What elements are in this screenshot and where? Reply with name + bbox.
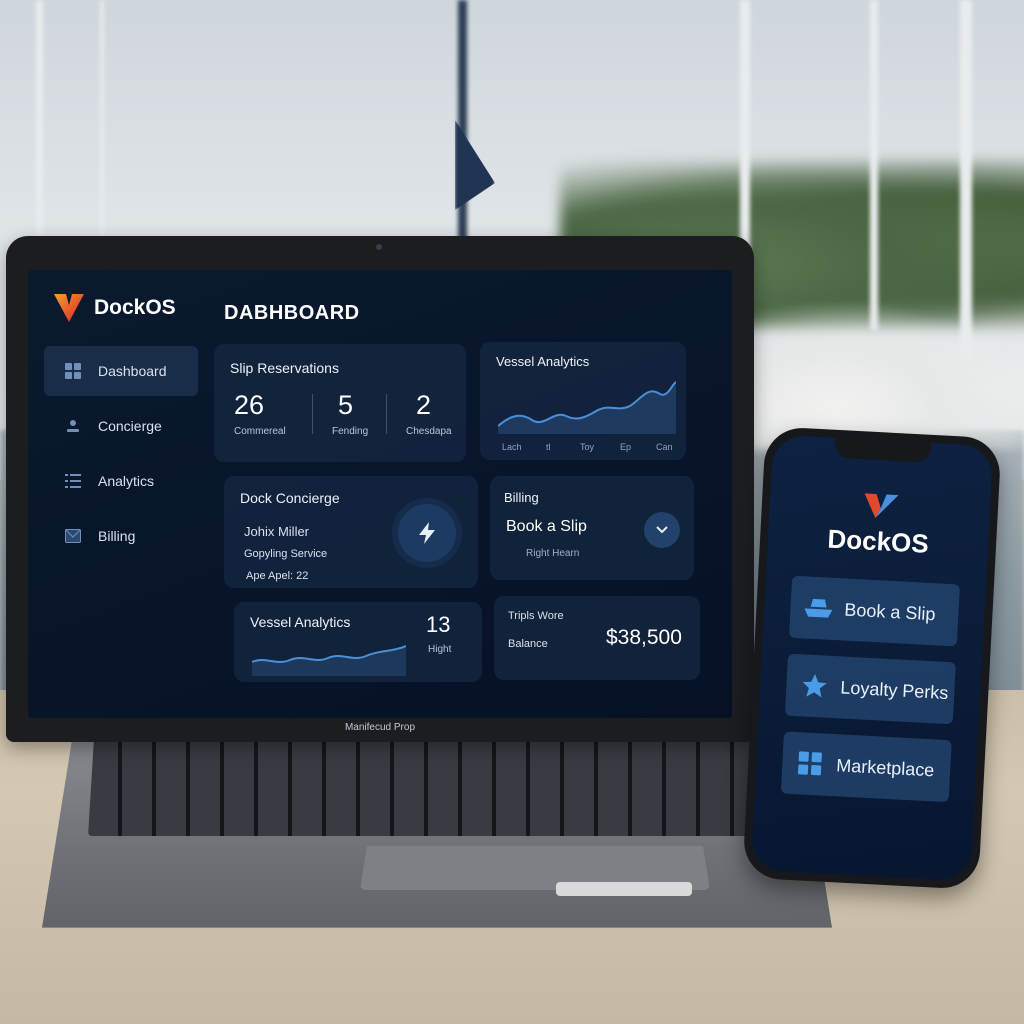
mast xyxy=(36,0,43,260)
phone-screen: DockOS Book a Slip Loyalty Perks Marketp… xyxy=(750,434,994,882)
person-icon xyxy=(64,417,82,435)
sidebar-item-label: Concierge xyxy=(98,418,162,434)
card-title: Billing xyxy=(504,490,539,505)
boat-icon xyxy=(804,593,833,622)
star-icon xyxy=(800,671,829,700)
axis-tick: Toy xyxy=(580,442,595,452)
button-label: Marketplace xyxy=(835,754,935,780)
balance-card[interactable]: Tripls Wore Balance $38,500 xyxy=(494,596,700,680)
sidebar-item-analytics[interactable]: Analytics xyxy=(44,456,198,506)
summary-value: 13 xyxy=(426,612,451,637)
brand-name: DockOS xyxy=(94,296,176,319)
chevron-down-icon xyxy=(656,526,668,534)
logo-icon xyxy=(54,294,84,322)
billing-dropdown-button[interactable] xyxy=(644,512,680,548)
stat-value: 5 xyxy=(338,390,354,420)
laptop-lid: Manifecud Prop DockOS DABHBOARD Dashboar… xyxy=(6,236,754,742)
book-slip-link[interactable]: Book a Slip xyxy=(506,518,587,536)
stat-label: Chesdapa xyxy=(406,426,452,437)
axis-tick: Can xyxy=(656,442,673,452)
axis-tick: Lach xyxy=(502,442,522,452)
sidebar: Dashboard Concierge Analytics Billing xyxy=(44,346,198,566)
device-label: Manifecud Prop xyxy=(344,722,416,733)
concierge-detail: Ape Apel: 22 xyxy=(246,570,309,582)
card-title: Vessel Analytics xyxy=(496,354,590,369)
stat-label: Fending xyxy=(332,426,369,437)
phone-brand: DockOS xyxy=(826,523,930,559)
bolt-icon xyxy=(419,522,435,544)
phone: DockOS Book a Slip Loyalty Perks Marketp… xyxy=(742,426,1002,890)
vessel-analytics-card[interactable]: Vessel Analytics Lach tl Toy Ep Can xyxy=(480,342,686,460)
button-label: Loyalty Perks xyxy=(839,676,949,703)
slip-reservations-card[interactable]: Slip Reservations 26 Commereal 5 Fending… xyxy=(214,344,466,462)
stat-value: 26 xyxy=(234,390,265,420)
concierge-service: Gopyling Service xyxy=(244,548,328,560)
marketplace-button[interactable]: Marketplace xyxy=(780,731,952,803)
sparkline-chart xyxy=(498,381,676,434)
wave-chart xyxy=(252,645,406,676)
dock-concierge-card[interactable]: Dock Concierge Johix Miller Gopyling Ser… xyxy=(224,476,478,588)
balance-label: Balance xyxy=(508,638,548,650)
webcam xyxy=(376,244,382,250)
dashboard-screen: DockOS DABHBOARD Dashboard Concierge Ana… xyxy=(28,270,732,718)
grid-icon xyxy=(796,749,825,778)
vessel-analytics-summary-card[interactable]: Vessel Analytics 13 Hight xyxy=(234,602,482,682)
book-slip-button[interactable]: Book a Slip xyxy=(788,575,960,647)
sidebar-item-concierge[interactable]: Concierge xyxy=(44,401,198,451)
balance-amount: $38,500 xyxy=(606,626,682,649)
sidebar-item-billing[interactable]: Billing xyxy=(44,511,198,561)
concierge-name: Johix Miller xyxy=(244,524,310,539)
axis-tick: tl xyxy=(546,442,551,452)
list-icon xyxy=(64,472,82,490)
loyalty-perks-button[interactable]: Loyalty Perks xyxy=(784,653,956,725)
keyboard xyxy=(88,726,764,836)
summary-label: Hight xyxy=(428,644,452,655)
phone-notch xyxy=(834,437,932,463)
sidebar-item-label: Billing xyxy=(98,528,136,544)
axis-tick: Ep xyxy=(620,442,632,452)
logo-icon xyxy=(864,493,899,518)
sidebar-item-label: Dashboard xyxy=(98,363,167,379)
envelope-icon xyxy=(64,527,82,545)
billing-card[interactable]: Billing Book a Slip Right Hearn xyxy=(490,476,694,580)
page-title: DABHBOARD xyxy=(224,302,360,324)
mast xyxy=(100,0,104,240)
concierge-action-button[interactable] xyxy=(398,504,456,562)
billing-sub: Right Hearn xyxy=(526,548,580,559)
card-title: Vessel Analytics xyxy=(250,614,351,630)
area-fill xyxy=(498,382,676,434)
mast xyxy=(870,0,878,330)
card-title: Dock Concierge xyxy=(240,490,340,506)
divider xyxy=(312,394,313,434)
card-title: Slip Reservations xyxy=(230,360,339,376)
laptop-lip xyxy=(556,882,692,896)
sidebar-item-dashboard[interactable]: Dashboard xyxy=(44,346,198,396)
divider xyxy=(386,394,387,434)
brand[interactable]: DockOS xyxy=(54,294,176,322)
balance-top-label: Tripls Wore xyxy=(508,610,564,622)
stat-value: 2 xyxy=(416,390,432,420)
sidebar-item-label: Analytics xyxy=(98,473,155,489)
grid-icon xyxy=(64,362,82,380)
button-label: Book a Slip xyxy=(844,599,936,624)
stat-label: Commereal xyxy=(234,426,286,437)
